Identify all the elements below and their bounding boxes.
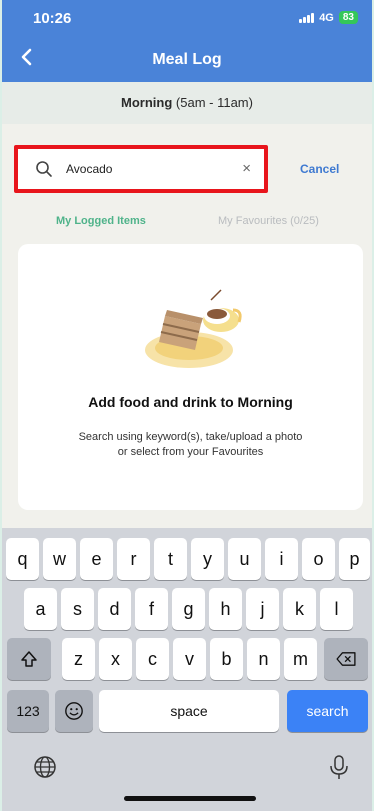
status-time: 10:26 [33, 10, 72, 27]
empty-state-title: Add food and drink to Morning [88, 394, 293, 410]
microphone-icon[interactable] [328, 754, 350, 782]
space-key[interactable]: space [99, 690, 279, 732]
keyboard: q w e r t y u i o p a s d f g h j k l z … [0, 528, 374, 811]
meal-period-banner: Morning (5am - 11am) [0, 82, 374, 124]
delete-key[interactable] [324, 638, 368, 680]
network-label: 4G [319, 11, 334, 24]
key-z[interactable]: z [62, 638, 95, 680]
shift-icon [21, 651, 37, 667]
key-p[interactable]: p [339, 538, 370, 580]
key-r[interactable]: r [117, 538, 150, 580]
phone-screen: 10:26 4G 83 Meal Log Morning (5am - 11am… [0, 0, 374, 811]
key-x[interactable]: x [99, 638, 132, 680]
meal-period-name: Morning [121, 95, 173, 110]
key-k[interactable]: k [283, 588, 316, 630]
key-v[interactable]: v [173, 638, 206, 680]
key-n[interactable]: n [247, 638, 280, 680]
key-b[interactable]: b [210, 638, 243, 680]
tab-my-favourites[interactable]: My Favourites (0/25) [218, 215, 319, 227]
tab-my-logged-items[interactable]: My Logged Items [56, 215, 146, 227]
battery-icon: 83 [338, 11, 358, 24]
key-e[interactable]: e [80, 538, 113, 580]
key-l[interactable]: l [320, 588, 353, 630]
key-s[interactable]: s [61, 588, 94, 630]
key-w[interactable]: w [43, 538, 76, 580]
clear-icon[interactable]: × [242, 159, 251, 179]
key-u[interactable]: u [228, 538, 261, 580]
key-i[interactable]: i [265, 538, 298, 580]
key-f[interactable]: f [135, 588, 168, 630]
meal-period-range: (5am - 11am) [172, 95, 253, 110]
emoji-icon [65, 702, 83, 720]
empty-state-card: Add food and drink to Morning Search usi… [18, 244, 363, 510]
empty-state-line-2: or select from your Favourites [117, 446, 264, 458]
top-bar: 10:26 4G 83 Meal Log [0, 0, 374, 82]
signal-icon [299, 12, 315, 23]
empty-state-line-1: Search using keyword(s), take/upload a p… [78, 431, 303, 443]
search-field[interactable]: × [14, 145, 268, 193]
key-q[interactable]: q [6, 538, 39, 580]
key-d[interactable]: d [98, 588, 131, 630]
cancel-button[interactable]: Cancel [300, 162, 339, 176]
backspace-icon [336, 652, 356, 666]
key-g[interactable]: g [172, 588, 205, 630]
search-input[interactable] [66, 159, 226, 179]
shift-key[interactable] [7, 638, 51, 680]
food-illustration [145, 289, 242, 368]
key-o[interactable]: o [302, 538, 335, 580]
key-m[interactable]: m [284, 638, 317, 680]
key-h[interactable]: h [209, 588, 242, 630]
search-icon [36, 161, 52, 177]
home-indicator [124, 796, 256, 801]
key-c[interactable]: c [136, 638, 169, 680]
status-indicators: 4G 83 [299, 11, 358, 24]
emoji-key[interactable] [55, 690, 93, 732]
globe-icon[interactable] [32, 754, 58, 780]
numbers-key[interactable]: 123 [7, 690, 49, 732]
page-title: Meal Log [152, 51, 222, 68]
search-key[interactable]: search [287, 690, 368, 732]
key-y[interactable]: y [191, 538, 224, 580]
key-t[interactable]: t [154, 538, 187, 580]
empty-state-description: Search using keyword(s), take/upload a p… [38, 430, 343, 460]
key-j[interactable]: j [246, 588, 279, 630]
key-a[interactable]: a [24, 588, 57, 630]
